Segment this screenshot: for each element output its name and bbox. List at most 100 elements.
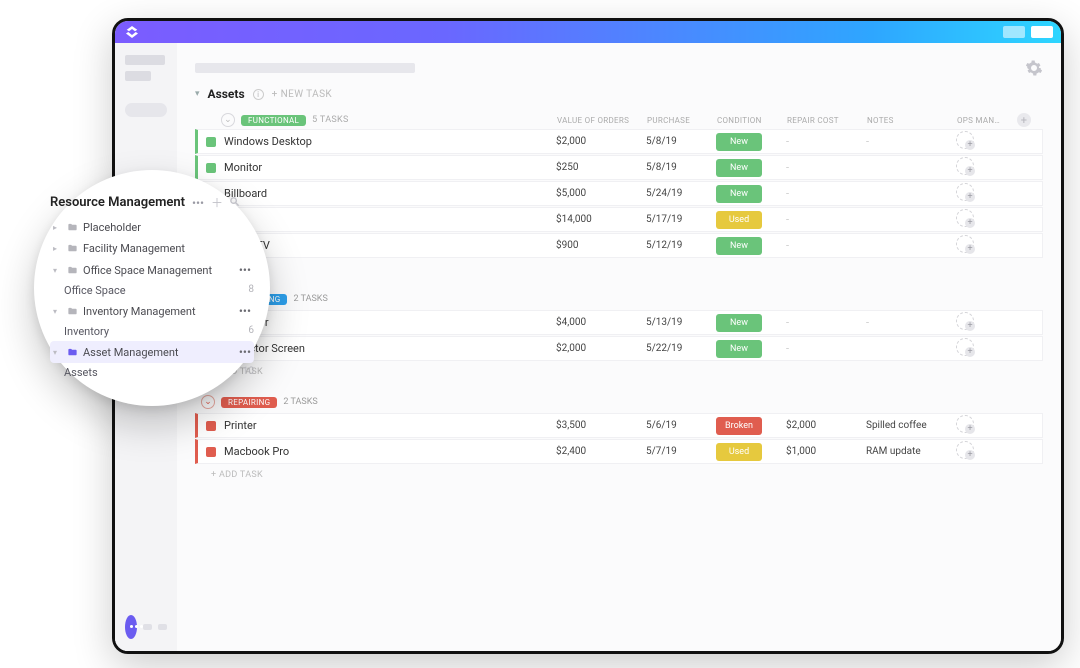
task-name[interactable]: Billboard [224,187,556,200]
task-name[interactable]: Smart TV [224,239,556,252]
sidebar-folder[interactable]: ▾ Inventory Management ••• [50,300,254,322]
repair-cell[interactable]: - [786,239,866,252]
task-row[interactable]: Projector $4,000 5/13/19 New - - [195,310,1043,335]
repair-cell[interactable]: $2,000 [786,420,866,431]
condition-cell[interactable]: Used [716,443,786,461]
purchase-cell[interactable]: 5/17/19 [646,214,716,225]
repair-cell[interactable]: - [786,342,866,355]
purchase-cell[interactable]: 5/12/19 [646,240,716,251]
task-name[interactable]: Windows Desktop [224,135,556,148]
purchase-cell[interactable]: 5/24/19 [646,188,716,199]
assignee-cell[interactable] [956,312,1016,333]
condition-cell[interactable]: New [716,314,786,332]
gear-icon[interactable] [1025,59,1043,77]
expand-icon[interactable]: ▾ [53,307,62,316]
task-row[interactable]: Printer $3,500 5/6/19 Broken $2,000 Spil… [195,413,1043,438]
repair-cell[interactable]: - [786,135,866,148]
expand-icon[interactable]: ▾ [53,266,62,275]
sidebar-folder[interactable]: ▾ Office Space Management ••• [50,259,254,281]
purchase-cell[interactable]: 5/6/19 [646,420,716,431]
col-purchase[interactable]: PURCHASE [647,116,717,125]
sidebar-folder[interactable]: ▾ Asset Management ••• [50,341,254,363]
col-notes[interactable]: NOTES [867,116,957,125]
add-column-button[interactable]: + [1017,113,1031,127]
info-icon[interactable]: i [253,89,264,100]
task-name[interactable]: Projector [224,316,556,329]
add-assignee-icon[interactable] [956,131,974,149]
value-cell[interactable]: $5,000 [556,188,646,199]
task-row[interactable]: Smart TV $900 5/12/19 New - [195,233,1043,258]
add-assignee-icon[interactable] [956,338,974,356]
task-name[interactable]: Car [224,213,556,226]
task-row[interactable]: Projector Screen $2,000 5/22/19 New - [195,336,1043,361]
task-row[interactable]: Macbook Pro $2,400 5/7/19 Used $1,000 RA… [195,439,1043,464]
expand-icon[interactable]: ▾ [53,348,62,357]
add-assignee-icon[interactable] [956,312,974,330]
add-task-button[interactable]: + ADD TASK [195,362,1043,385]
repair-cell[interactable]: - [786,187,866,200]
folder-more-button[interactable]: ••• [239,263,251,277]
add-assignee-icon[interactable] [956,209,974,227]
task-status-square[interactable] [206,447,216,457]
repair-cell[interactable]: - [786,316,866,329]
add-task-button[interactable]: + ADD TASK [195,259,1043,282]
value-cell[interactable]: $2,000 [556,343,646,354]
status-pill[interactable]: REPAIRING [221,397,277,408]
value-cell[interactable]: $4,000 [556,317,646,328]
add-assignee-icon[interactable] [956,157,974,175]
folder-more-button[interactable]: ••• [239,345,251,359]
purchase-cell[interactable]: 5/8/19 [646,162,716,173]
assignee-cell[interactable] [956,183,1016,204]
expand-icon[interactable]: ▸ [53,244,62,253]
chat-button[interactable] [125,615,137,639]
rail-search-button[interactable] [125,103,167,117]
collapse-list-icon[interactable]: ▾ [195,89,200,99]
condition-cell[interactable]: New [716,133,786,151]
space-more-button[interactable]: ••• [191,196,205,210]
col-opsman[interactable]: OPS MAN… [957,116,1017,125]
assignee-cell[interactable] [956,338,1016,359]
value-cell[interactable]: $2,400 [556,446,646,457]
add-task-button[interactable]: + ADD TASK [195,465,1043,488]
value-cell[interactable]: $3,500 [556,420,646,431]
add-assignee-icon[interactable] [956,415,974,433]
expand-icon[interactable]: ▸ [53,223,62,232]
condition-cell[interactable]: New [716,185,786,203]
window-minimize-button[interactable] [1003,26,1025,38]
add-assignee-icon[interactable] [956,183,974,201]
condition-cell[interactable]: Broken [716,417,786,435]
notes-cell[interactable]: - [866,135,956,148]
notes-cell[interactable]: RAM update [866,446,956,457]
task-row[interactable]: Monitor $250 5/8/19 New - [195,155,1043,180]
value-cell[interactable]: $2,000 [556,136,646,147]
notes-cell[interactable]: Spilled coffee [866,420,956,431]
condition-cell[interactable]: New [716,159,786,177]
sidebar-folder[interactable]: ▸ Placeholder [50,217,254,238]
window-maximize-button[interactable] [1031,26,1053,38]
add-assignee-icon[interactable] [956,441,974,459]
assignee-cell[interactable] [956,415,1016,436]
sidebar-list[interactable]: Inventory6 [50,322,254,341]
task-row[interactable]: Windows Desktop $2,000 5/8/19 New - - [195,129,1043,154]
task-row[interactable]: Billboard $5,000 5/24/19 New - [195,181,1043,206]
assignee-cell[interactable] [956,131,1016,152]
status-pill[interactable]: FUNCTIONAL [241,115,306,126]
task-status-square[interactable] [206,421,216,431]
sidebar-folder[interactable]: ▸ Facility Management [50,238,254,259]
condition-cell[interactable]: Used [716,211,786,229]
assignee-cell[interactable] [956,235,1016,256]
task-status-square[interactable] [206,137,216,147]
repair-cell[interactable]: $1,000 [786,446,866,457]
assignee-cell[interactable] [956,157,1016,178]
space-search-button[interactable] [229,196,240,210]
condition-cell[interactable]: New [716,340,786,358]
task-status-square[interactable] [206,163,216,173]
collapse-group-button[interactable]: ⌄ [221,113,235,127]
assignee-cell[interactable] [956,209,1016,230]
value-cell[interactable]: $900 [556,240,646,251]
sidebar-list[interactable]: Office Space8 [50,281,254,300]
assignee-cell[interactable] [956,441,1016,462]
purchase-cell[interactable]: 5/22/19 [646,343,716,354]
value-cell[interactable]: $250 [556,162,646,173]
col-value[interactable]: VALUE OF ORDERS [557,116,647,125]
